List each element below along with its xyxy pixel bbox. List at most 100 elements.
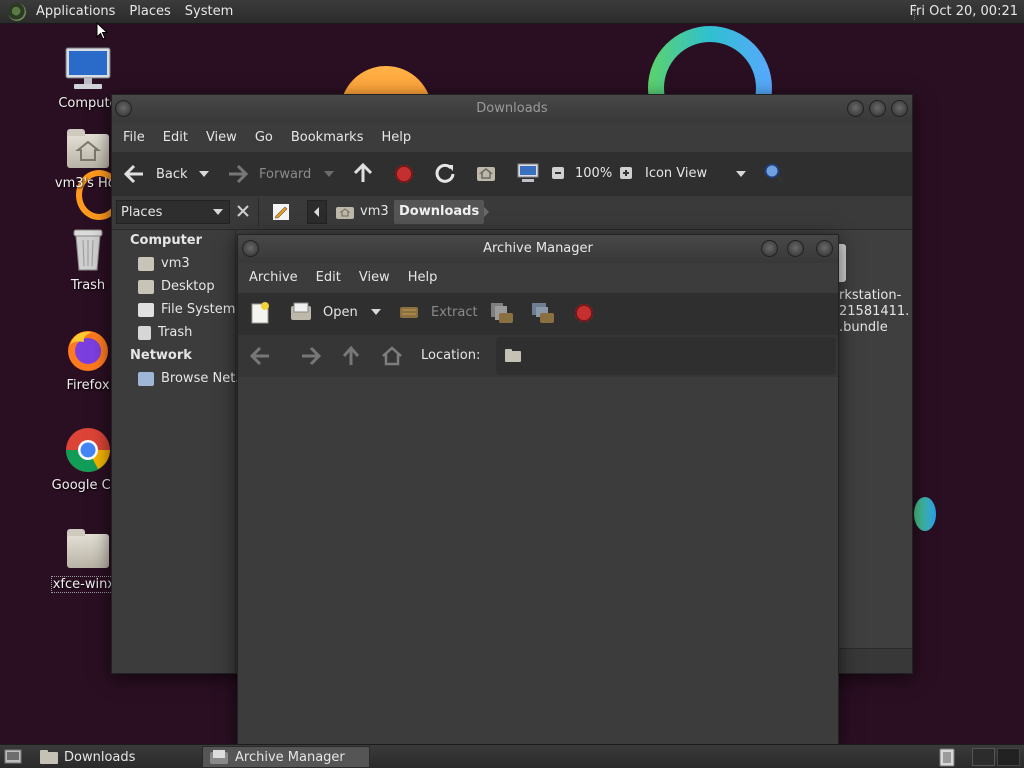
extract-button[interactable]: Extract (398, 302, 478, 322)
open-archive-button[interactable]: Open (290, 302, 358, 322)
forward-arrow-icon[interactable] (299, 345, 323, 367)
back-arrow-icon (123, 164, 143, 184)
computer-icon[interactable] (516, 162, 540, 184)
menu-edit[interactable]: Edit (154, 130, 197, 145)
edit-location-icon[interactable] (272, 203, 290, 221)
archive-location-field[interactable] (496, 337, 836, 375)
menu-view[interactable]: View (197, 130, 246, 145)
back-history-dropdown-icon[interactable] (199, 171, 209, 177)
menu-archive[interactable]: Archive (240, 270, 307, 285)
new-archive-icon[interactable] (249, 301, 271, 325)
window-menu-button[interactable] (115, 100, 132, 117)
archive-content (238, 377, 838, 745)
workspace-switcher[interactable] (972, 748, 1020, 766)
up-arrow-icon[interactable] (341, 345, 361, 367)
zoom-level[interactable]: 100% (575, 166, 612, 181)
file-label-line: .bundle (839, 320, 888, 335)
close-button[interactable] (816, 240, 833, 257)
view-mode-dropdown-icon[interactable] (736, 171, 746, 177)
show-desktop-icon[interactable] (4, 749, 22, 765)
maximize-button[interactable] (869, 100, 886, 117)
path-scroll-left[interactable] (307, 200, 327, 224)
open-folder-icon (291, 302, 311, 320)
menu-file[interactable]: File (114, 130, 154, 145)
close-pane-icon[interactable] (236, 204, 250, 218)
window-menu-button[interactable] (242, 240, 259, 257)
menu-go[interactable]: Go (246, 130, 282, 145)
file-manager-location-bar (112, 196, 912, 230)
trash-applet-icon[interactable] (938, 748, 956, 767)
main-menu-logo-icon[interactable] (8, 2, 26, 21)
workspace-2[interactable] (997, 748, 1020, 766)
home-icon[interactable] (381, 345, 403, 367)
taskbar: Downloads Archive Manager (0, 744, 1024, 768)
path-crumb-home[interactable]: vm3 (331, 200, 394, 224)
taskbar-item-archive-manager[interactable]: Archive Manager (202, 746, 370, 768)
forward-button[interactable]: Forward (226, 163, 311, 185)
menu-help[interactable]: Help (372, 130, 420, 145)
forward-arrow-icon (229, 164, 249, 184)
path-scroll-right-icon[interactable] (481, 204, 493, 220)
file-manager-sidebar (112, 230, 236, 673)
file-manager-menubar: File Edit View Go Bookmarks Help (112, 123, 912, 152)
desktop-folder-icon (138, 279, 154, 294)
computer-icon (65, 47, 111, 89)
sidebar-item-file-system[interactable]: File System (138, 302, 235, 317)
stop-icon[interactable] (395, 165, 413, 183)
reload-icon[interactable] (434, 162, 456, 184)
file-label-line: rkstation- (839, 288, 902, 303)
sidebar-item-vm3[interactable]: vm3 (138, 256, 190, 271)
path-crumb-downloads[interactable]: Downloads (394, 200, 485, 224)
sidebar-item-browse-network[interactable]: Browse Net. (138, 371, 239, 386)
sidebar-item-trash[interactable]: Trash (138, 325, 192, 340)
sidebar-heading-computer: Computer (130, 233, 203, 248)
view-mode-select[interactable]: Icon View (645, 166, 707, 181)
applications-menu[interactable]: Applications (29, 0, 122, 24)
sidebar-item-label: Trash (158, 325, 193, 340)
sidebar-item-desktop[interactable]: Desktop (138, 279, 215, 294)
folder-icon (505, 349, 521, 362)
system-menu[interactable]: System (178, 0, 240, 24)
folder-icon (40, 750, 58, 764)
places-menu[interactable]: Places (122, 0, 177, 24)
back-button[interactable]: Back (122, 163, 188, 185)
workspace-1[interactable] (972, 748, 995, 766)
sidebar-item-label: Browse Net. (161, 371, 240, 386)
minimize-button[interactable] (761, 240, 778, 257)
taskbar-item-downloads[interactable]: Downloads (34, 746, 200, 768)
open-dropdown-icon[interactable] (371, 309, 381, 315)
open-label: Open (323, 304, 358, 320)
up-arrow-icon[interactable] (352, 162, 374, 184)
folder-icon (67, 529, 109, 568)
archive-manager-icon (210, 750, 228, 764)
extract-icon (400, 307, 418, 318)
sidebar-heading-network: Network (130, 348, 192, 363)
stop-icon[interactable] (575, 304, 593, 322)
back-arrow-icon[interactable] (248, 345, 272, 367)
menu-help[interactable]: Help (399, 270, 447, 285)
maximize-button[interactable] (787, 240, 804, 257)
menu-edit[interactable]: Edit (307, 270, 350, 285)
wallpaper-blob (914, 497, 936, 531)
add-folder-icon[interactable] (530, 300, 556, 326)
file-manager-titlebar[interactable]: Downloads (112, 95, 912, 123)
close-button[interactable] (891, 100, 908, 117)
home-icon[interactable] (475, 163, 497, 183)
file-label-partial[interactable]: rkstation- 21581411. .bundle (839, 288, 909, 336)
firefox-icon (68, 331, 108, 371)
search-icon[interactable] (763, 162, 785, 184)
sidebar-item-label: File System (161, 302, 236, 317)
menu-view[interactable]: View (350, 270, 399, 285)
zoom-out-icon[interactable] (551, 166, 565, 180)
chrome-icon (66, 428, 110, 472)
zoom-in-icon[interactable] (619, 166, 633, 180)
menu-bookmarks[interactable]: Bookmarks (282, 130, 373, 145)
clock[interactable]: Fri Oct 20, 00:21 (909, 0, 1018, 24)
side-pane-dropdown-icon (213, 209, 223, 215)
side-pane-selector-value: Places (121, 204, 163, 220)
side-pane-selector[interactable]: Places (116, 200, 230, 224)
forward-history-dropdown-icon[interactable] (324, 171, 334, 177)
add-files-icon[interactable] (489, 300, 515, 326)
minimize-button[interactable] (847, 100, 864, 117)
archive-manager-titlebar[interactable]: Archive Manager (238, 235, 838, 263)
